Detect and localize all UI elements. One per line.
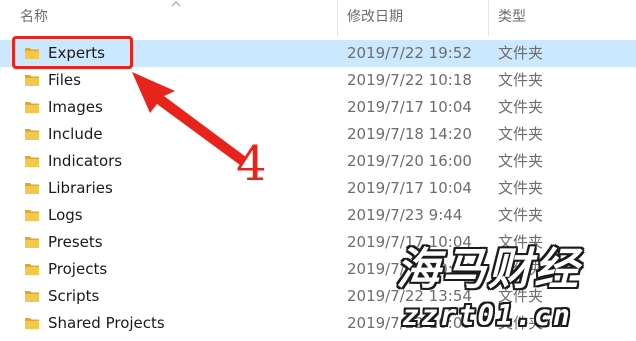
file-date-modified: 2019/7/17 10:04 [347,233,472,251]
file-row[interactable]: Images 2019/7/17 10:04 文件夹 [0,94,636,121]
folder-icon [25,183,39,194]
file-name: Libraries [48,179,113,197]
folder-icon [25,210,39,221]
file-name: Indicators [48,152,123,170]
file-type: 文件夹 [498,206,544,224]
file-row[interactable]: Libraries 2019/7/17 10:04 文件夹 [0,175,636,202]
file-type: 文件夹 [498,314,544,332]
column-header-name[interactable]: 名称 [20,8,48,26]
file-explorer-view: 名称 修改日期 类型 Experts 2019/7/22 19:52 文件夹 File… [0,0,636,341]
file-row[interactable]: Presets 2019/7/17 10:04 文件夹 [0,229,636,256]
file-date-modified: 2019/7/22 13:54 [347,287,472,305]
folder-icon [25,129,39,140]
file-type: 文件夹 [498,260,544,278]
folder-icon [25,318,39,329]
annotation-step-number: 4 [236,136,267,192]
sort-ascending-icon [171,1,181,7]
file-type: 文件夹 [498,152,544,170]
column-divider[interactable] [337,0,338,36]
file-row[interactable]: Include 2019/7/18 14:20 文件夹 [0,121,636,148]
file-date-modified: 2019/7/17 10:04 [347,98,472,116]
column-divider[interactable] [488,0,489,36]
column-header-date[interactable]: 修改日期 [347,8,403,26]
file-name: Projects [48,260,108,278]
file-type: 文件夹 [498,179,544,197]
file-row[interactable]: Projects 2019/7/17 10:04 文件夹 [0,256,636,283]
file-name: Images [48,98,103,116]
file-name: Include [48,125,103,143]
file-type: 文件夹 [498,98,544,116]
folder-icon [25,264,39,275]
file-date-modified: 2019/7/17 10:04 [347,260,472,278]
column-header-bar: 名称 修改日期 类型 [0,0,636,36]
file-type: 文件夹 [498,233,544,251]
file-row[interactable]: Shared Projects 2019/7/22 10:09 文件夹 [0,310,636,337]
folder-icon [25,156,39,167]
file-date-modified: 2019/7/20 16:00 [347,152,472,170]
file-date-modified: 2019/7/18 14:20 [347,125,472,143]
file-name: Files [48,71,81,89]
annotation-highlight-box [12,36,133,69]
file-date-modified: 2019/7/22 10:09 [347,314,472,332]
file-name: Logs [48,206,83,224]
file-type: 文件夹 [498,287,544,305]
folder-icon [25,291,39,302]
file-date-modified: 2019/7/17 10:04 [347,179,472,197]
file-date-modified: 2019/7/23 9:44 [347,206,463,224]
folder-icon [25,75,39,86]
file-name: Presets [48,233,103,251]
file-type: 文件夹 [498,125,544,143]
file-date-modified: 2019/7/22 10:18 [347,71,472,89]
file-type: 文件夹 [498,44,544,62]
file-row[interactable]: Scripts 2019/7/22 13:54 文件夹 [0,283,636,310]
column-header-type[interactable]: 类型 [498,8,526,26]
file-type: 文件夹 [498,71,544,89]
folder-icon [25,237,39,248]
file-date-modified: 2019/7/22 19:52 [347,44,472,62]
file-name: Shared Projects [48,314,165,332]
file-row[interactable]: Logs 2019/7/23 9:44 文件夹 [0,202,636,229]
file-name: Scripts [48,287,100,305]
file-row[interactable]: Files 2019/7/22 10:18 文件夹 [0,67,636,94]
folder-icon [25,102,39,113]
file-row[interactable]: Indicators 2019/7/20 16:00 文件夹 [0,148,636,175]
